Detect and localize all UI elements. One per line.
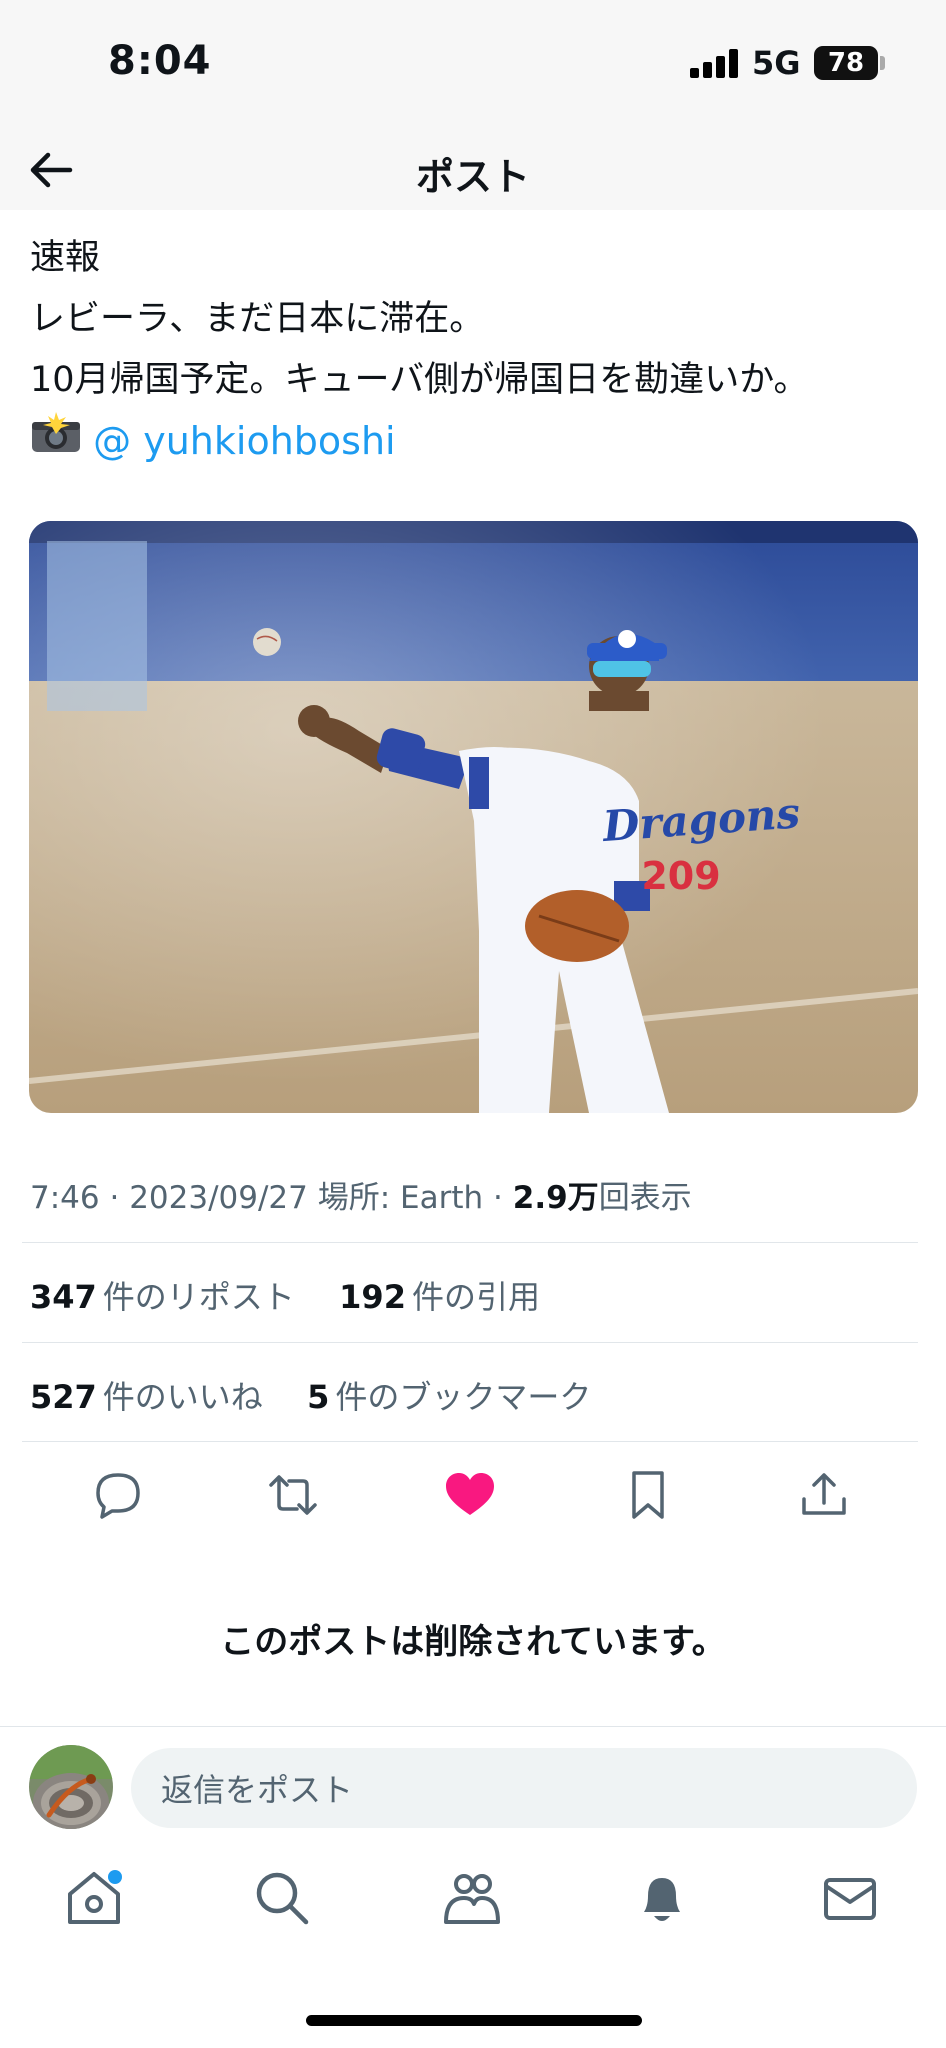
battery-level: 78 xyxy=(827,48,865,78)
notifications-icon[interactable] xyxy=(630,1866,694,1930)
quotes-link[interactable]: 192 件の引用 xyxy=(339,1278,540,1316)
likes-link[interactable]: 527 件のいいね xyxy=(30,1378,263,1416)
signal-icon xyxy=(690,48,740,78)
communities-icon[interactable] xyxy=(440,1866,504,1930)
tweet-time: 7:46 xyxy=(30,1180,100,1216)
views-label: 回表示 xyxy=(598,1180,692,1216)
quotes-count: 192 xyxy=(339,1278,406,1316)
meta-separator: · xyxy=(493,1180,513,1216)
reply-composer: 返信をポスト xyxy=(0,1726,946,1846)
search-icon[interactable] xyxy=(250,1866,314,1930)
tweet-photo[interactable]: Dragons 209 xyxy=(29,521,918,1113)
home-indicator xyxy=(306,2015,642,2026)
reposts-label: 件のリポスト xyxy=(102,1278,295,1316)
tweet-line: 10月帰国予定。キューバ側が帰国日を勘違いか。 xyxy=(30,360,809,400)
meta-separator: · xyxy=(109,1180,130,1216)
divider xyxy=(22,1441,918,1442)
avatar[interactable] xyxy=(29,1745,113,1829)
tweet-line: レビーラ、まだ日本に滞在。 xyxy=(30,299,485,339)
network-type: 5G xyxy=(752,44,801,82)
repost-stats: 347 件のリポスト 192 件の引用 xyxy=(30,1272,540,1318)
page-title: ポスト xyxy=(415,155,530,199)
jersey-number: 209 xyxy=(641,854,720,898)
baseball-player-throwing-photo: Dragons 209 xyxy=(29,521,918,1113)
tweet-line: 速報 xyxy=(30,238,101,278)
bookmark-icon[interactable] xyxy=(620,1467,676,1523)
bookmarks-link[interactable]: 5 件のブックマーク xyxy=(307,1378,591,1416)
like-stats: 527 件のいいね 5 件のブックマーク xyxy=(30,1372,591,1418)
mention-link[interactable]: @ yuhkiohboshi xyxy=(93,419,395,463)
deleted-notice: このポストは削除されています。 xyxy=(220,1622,726,1662)
status-bar: 8:04 5G 78 xyxy=(0,0,946,130)
notification-dot xyxy=(108,1870,122,1884)
reply-input[interactable]: 返信をポスト xyxy=(131,1748,917,1828)
reposts-link[interactable]: 347 件のリポスト xyxy=(30,1278,295,1316)
share-icon[interactable] xyxy=(796,1467,852,1523)
bookmarks-label: 件のブックマーク xyxy=(335,1378,592,1416)
tweet-text: 速報 レビーラ、まだ日本に滞在。 10月帰国予定。キューバ側が帰国日を勘違いか。… xyxy=(30,228,920,474)
quotes-label: 件の引用 xyxy=(411,1278,540,1316)
reposts-count: 347 xyxy=(30,1278,97,1316)
messages-icon[interactable] xyxy=(818,1866,882,1930)
battery-icon: 78 xyxy=(814,46,878,80)
heart-icon[interactable] xyxy=(442,1467,498,1523)
avatar-image xyxy=(29,1745,113,1829)
likes-label: 件のいいね xyxy=(102,1378,263,1416)
likes-count: 527 xyxy=(30,1378,97,1416)
top-header: ポスト xyxy=(0,130,946,210)
bottom-nav xyxy=(0,1866,946,1946)
divider xyxy=(22,1242,918,1243)
action-bar xyxy=(0,1467,946,1523)
repost-icon[interactable] xyxy=(265,1467,321,1523)
views-count: 2.9万 xyxy=(512,1180,599,1216)
camera-flash-icon xyxy=(32,412,80,452)
divider xyxy=(22,1342,918,1343)
bookmarks-count: 5 xyxy=(307,1378,330,1416)
status-time: 8:04 xyxy=(108,38,212,84)
mention-line: @ yuhkiohboshi xyxy=(30,411,920,474)
reply-icon[interactable] xyxy=(90,1467,146,1523)
tweet-date: 2023/09/27 xyxy=(129,1180,308,1216)
tweet-meta: 7:46 · 2023/09/27 場所: Earth · 2.9万回表示 xyxy=(30,1172,692,1217)
tweet-location: 場所: Earth xyxy=(317,1180,484,1216)
battery-cap xyxy=(880,56,885,70)
